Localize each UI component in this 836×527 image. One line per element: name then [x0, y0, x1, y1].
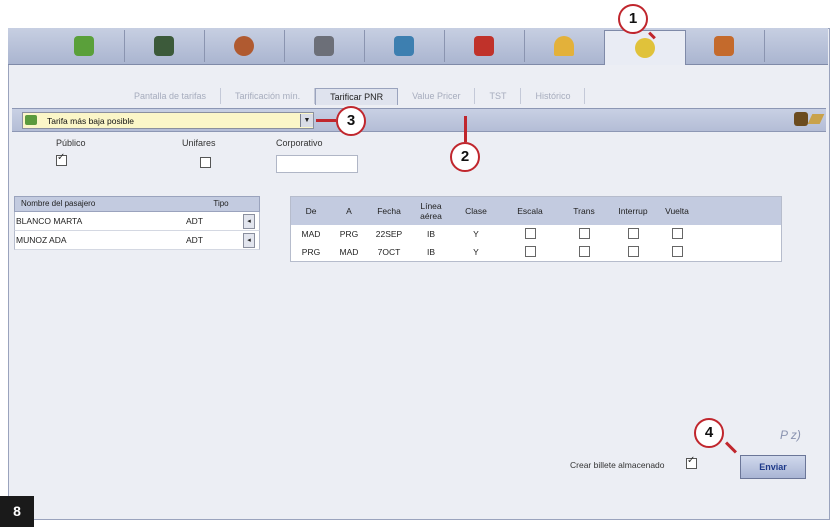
callout-4: 4 [694, 418, 724, 448]
cube-icon [74, 36, 94, 56]
tab-building[interactable] [124, 30, 205, 62]
col-fecha: Fecha [377, 206, 401, 216]
segment-from: PRG [301, 247, 321, 257]
unifares-checkbox[interactable] [200, 157, 211, 168]
tab-value-pricer[interactable]: Value Pricer [398, 88, 476, 104]
table-row[interactable]: BLANCO MARTA ADT ◂ [14, 212, 260, 231]
callout-3: 3 [336, 106, 366, 136]
send-button[interactable]: Enviar [740, 455, 806, 479]
chevron-down-icon[interactable]: ▼ [300, 114, 313, 127]
top-tab-bar [8, 28, 828, 65]
tools-icon [714, 36, 734, 56]
col-vuelta: Vuelta [665, 206, 689, 216]
col-escala: Escala [517, 206, 543, 216]
interrup-checkbox[interactable] [627, 227, 639, 239]
col-de: De [305, 206, 317, 216]
interrup-checkbox[interactable] [627, 245, 639, 257]
col-a: A [346, 206, 352, 216]
escala-checkbox[interactable] [524, 227, 536, 239]
trans-checkbox[interactable] [578, 245, 590, 257]
col-type: Tipo [213, 199, 229, 208]
vuelta-checkbox[interactable] [671, 227, 683, 239]
subtab-bar: Pantalla de tarifas Tarificación mín. Ta… [120, 88, 586, 105]
tab-tools[interactable] [684, 30, 765, 62]
corporativo-input[interactable] [276, 155, 358, 173]
callout-3-arrow [316, 119, 336, 122]
tab-flower[interactable] [604, 30, 686, 65]
fare-flag-icon [25, 115, 37, 125]
segment-table-header: De A Fecha Línea aérea Clase Escala Tran… [291, 197, 781, 225]
tab-tarificacion-min[interactable]: Tarificación mín. [221, 88, 316, 104]
tab-vehicle[interactable] [284, 30, 365, 62]
tab-pantalla-tarifas[interactable]: Pantalla de tarifas [120, 88, 222, 104]
tab-person[interactable] [204, 30, 285, 62]
col-linea-aerea: Línea aérea [420, 201, 442, 221]
unifares-label: Unifares [182, 138, 216, 148]
callout-1: 1 [618, 4, 648, 34]
table-row[interactable]: MUNOZ ADA ADT ◂ [14, 231, 260, 250]
tab-tarificar-pnr[interactable]: Tarificar PNR [315, 88, 399, 105]
tab-cube[interactable] [44, 30, 125, 62]
corporativo-label: Corporativo [276, 138, 323, 148]
table-row: MAD PRG 22SEP IB Y [291, 225, 781, 243]
publico-label: Público [56, 138, 86, 148]
flower-icon [635, 38, 655, 58]
passenger-name: BLANCO MARTA [16, 216, 83, 226]
pz-icon[interactable]: P z) [780, 428, 801, 442]
publico-checkbox[interactable] [56, 152, 67, 166]
fare-type-select[interactable]: Tarifa más baja posible ▼ [22, 112, 314, 129]
segment-airline: IB [426, 247, 436, 257]
passenger-type: ADT [186, 216, 203, 226]
segment-class: Y [473, 247, 479, 257]
callout-2: 2 [450, 142, 480, 172]
callout-2-arrow [464, 116, 467, 142]
store-ticket-label: Crear billete almacenado [570, 460, 665, 470]
store-ticket-checkbox[interactable] [686, 455, 697, 469]
col-clase: Clase [465, 206, 487, 216]
briefcase-icon[interactable] [794, 112, 808, 126]
table-row: PRG MAD 7OCT IB Y [291, 243, 781, 261]
trans-checkbox[interactable] [578, 227, 590, 239]
person-icon [234, 36, 254, 56]
segment-table: De A Fecha Línea aérea Clase Escala Tran… [290, 196, 782, 262]
tab-profile[interactable] [444, 30, 525, 62]
tab-historico[interactable]: Histórico [521, 88, 586, 104]
building-icon [154, 36, 174, 56]
segment-to: PRG [339, 229, 359, 239]
col-passenger-name: Nombre del pasajero [21, 199, 96, 208]
type-dropdown-icon[interactable]: ◂ [243, 214, 255, 229]
passenger-table: Nombre del pasajero Tipo BLANCO MARTA AD… [14, 196, 260, 250]
segment-class: Y [473, 229, 479, 239]
type-dropdown-icon[interactable]: ◂ [243, 233, 255, 248]
tab-car[interactable] [364, 30, 445, 62]
segment-airline: IB [426, 229, 436, 239]
segment-to: MAD [339, 247, 359, 257]
segment-from: MAD [301, 229, 321, 239]
page-number-badge: 8 [0, 496, 34, 527]
escala-checkbox[interactable] [524, 245, 536, 257]
vehicle-icon [314, 36, 334, 56]
passenger-name: MUNOZ ADA [16, 235, 67, 245]
col-interrup: Interrup [618, 206, 648, 216]
fare-type-value: Tarifa más baja posible [47, 115, 134, 126]
vuelta-checkbox[interactable] [671, 245, 683, 257]
col-trans: Trans [573, 206, 595, 216]
pencil-icon[interactable] [807, 114, 825, 124]
tab-umbrella[interactable] [524, 30, 605, 62]
umbrella-icon [554, 36, 574, 56]
tab-tst[interactable]: TST [475, 88, 522, 104]
profile-icon [474, 36, 494, 56]
fare-toolstrip: Tarifa más baja posible ▼ [12, 108, 826, 132]
passenger-type: ADT [186, 235, 203, 245]
segment-date: 7OCT [377, 247, 401, 257]
segment-date: 22SEP [375, 229, 403, 239]
car-icon [394, 36, 414, 56]
passenger-table-header: Nombre del pasajero Tipo [14, 196, 260, 212]
